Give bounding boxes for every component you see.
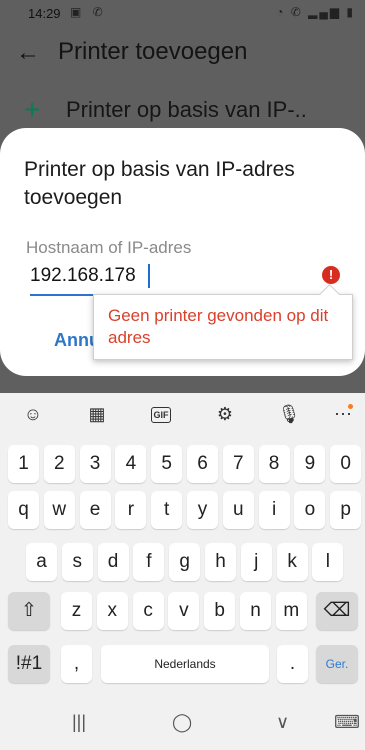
key-m[interactable]: m bbox=[275, 592, 307, 630]
key-u[interactable]: u bbox=[222, 491, 254, 529]
recent-apps-icon[interactable]: ||| bbox=[72, 712, 86, 733]
enter-key[interactable]: Ger. bbox=[316, 645, 358, 683]
microphone-icon[interactable]: 🎙 bbox=[276, 402, 302, 426]
key-i[interactable]: i bbox=[258, 491, 290, 529]
text-cursor bbox=[148, 264, 150, 288]
key-c[interactable]: c bbox=[132, 592, 164, 630]
keyboard-hide-icon[interactable]: ⌨ bbox=[334, 712, 360, 733]
settings-gear-icon[interactable]: ⚙ bbox=[212, 402, 238, 426]
error-tooltip: Geen printer gevonden op dit adres bbox=[93, 283, 353, 360]
key-p[interactable]: p bbox=[330, 491, 362, 529]
key-t[interactable]: t bbox=[151, 491, 183, 529]
space-key[interactable]: Nederlands bbox=[101, 645, 269, 683]
app-bar: ← Printer toevoegen bbox=[0, 28, 365, 80]
symbols-key[interactable]: !#1 bbox=[8, 645, 50, 683]
key-9[interactable]: 9 bbox=[294, 445, 326, 483]
key-d[interactable]: d bbox=[97, 543, 129, 581]
key-5[interactable]: 5 bbox=[151, 445, 183, 483]
key-4[interactable]: 4 bbox=[115, 445, 147, 483]
page-title: Printer toevoegen bbox=[58, 38, 248, 65]
key-v[interactable]: v bbox=[168, 592, 200, 630]
period-key[interactable]: . bbox=[277, 645, 308, 683]
key-r[interactable]: r bbox=[115, 491, 147, 529]
dialog-title: Printer op basis van IP-adres toevoegen bbox=[24, 158, 295, 209]
error-icon: ! bbox=[322, 266, 340, 284]
key-b[interactable]: b bbox=[204, 592, 236, 630]
key-s[interactable]: s bbox=[61, 543, 93, 581]
key-z[interactable]: z bbox=[61, 592, 92, 630]
backspace-key[interactable]: ⌫ bbox=[316, 592, 358, 630]
navigation-bar: ||| ◯ ∨ ⌨ bbox=[0, 700, 365, 750]
key-f[interactable]: f bbox=[133, 543, 165, 581]
comma-key[interactable]: , bbox=[61, 645, 92, 683]
notification-icons: ▣ ✆ bbox=[70, 5, 107, 19]
emoji-icon[interactable]: ☺ bbox=[20, 402, 46, 426]
hostname-field-label: Hostnaam of IP-adres bbox=[26, 238, 192, 257]
key-q[interactable]: q bbox=[8, 491, 39, 529]
key-6[interactable]: 6 bbox=[187, 445, 218, 483]
keyboard-toolbar: ☺ ▦ GIF ⚙ 🎙 ⋯ bbox=[0, 393, 365, 435]
shift-key[interactable]: ⇧ bbox=[8, 592, 50, 630]
key-k[interactable]: k bbox=[276, 543, 308, 581]
back-nav-icon[interactable]: ∨ bbox=[276, 712, 289, 733]
home-icon[interactable]: ◯ bbox=[172, 712, 192, 733]
key-a[interactable]: a bbox=[26, 543, 57, 581]
notification-dot bbox=[348, 404, 353, 409]
key-2[interactable]: 2 bbox=[43, 445, 75, 483]
key-o[interactable]: o bbox=[294, 491, 326, 529]
status-bar: 14:29 ▣ ✆ ◔ ✆ ▂▄▆ ▮ bbox=[0, 0, 365, 28]
key-n[interactable]: n bbox=[240, 592, 271, 630]
error-message: Geen printer gevonden op dit adres bbox=[108, 306, 329, 347]
key-1[interactable]: 1 bbox=[8, 445, 39, 483]
key-w[interactable]: w bbox=[43, 491, 75, 529]
status-time: 14:29 bbox=[28, 6, 61, 21]
key-y[interactable]: y bbox=[187, 491, 218, 529]
key-x[interactable]: x bbox=[96, 592, 128, 630]
key-h[interactable]: h bbox=[205, 543, 236, 581]
key-8[interactable]: 8 bbox=[258, 445, 290, 483]
onscreen-keyboard: ☺ ▦ GIF ⚙ 🎙 ⋯ 1234567890 qwertyuiop asdfgh… bbox=[0, 393, 365, 750]
add-printer-label: Printer op basis van IP-.. bbox=[66, 97, 307, 122]
key-7[interactable]: 7 bbox=[222, 445, 254, 483]
back-arrow-icon[interactable]: ← bbox=[16, 40, 42, 66]
hostname-input[interactable] bbox=[30, 262, 320, 290]
plus-icon: + bbox=[24, 94, 41, 125]
key-3[interactable]: 3 bbox=[79, 445, 111, 483]
add-printer-by-ip-item[interactable]: + Printer op basis van IP-.. bbox=[0, 92, 365, 132]
system-status-icons: ◔ ✆ ▂▄▆ ▮ bbox=[276, 5, 355, 19]
key-0[interactable]: 0 bbox=[330, 445, 362, 483]
sticker-icon[interactable]: ▦ bbox=[84, 402, 110, 426]
key-l[interactable]: l bbox=[312, 543, 344, 581]
key-j[interactable]: j bbox=[240, 543, 272, 581]
key-g[interactable]: g bbox=[169, 543, 201, 581]
key-e[interactable]: e bbox=[79, 491, 111, 529]
gif-icon[interactable]: GIF bbox=[151, 407, 171, 423]
